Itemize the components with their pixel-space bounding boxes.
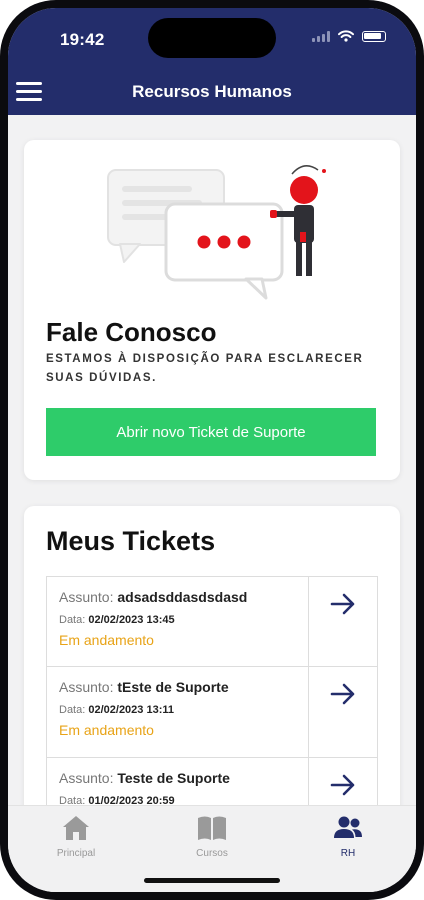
- subject-label: Assunto:: [59, 770, 114, 786]
- book-icon: [198, 816, 226, 840]
- ticket-subject: Assunto: adsadsddasdsdasd: [59, 589, 296, 605]
- ticket-date: Data: 02/02/2023 13:11: [59, 704, 296, 716]
- ticket-subject: Assunto: Teste de Suporte: [59, 770, 296, 786]
- date-label: Data:: [59, 614, 86, 626]
- tab-label: RH: [340, 848, 356, 859]
- status-icons: [312, 30, 386, 42]
- tickets-title: Meus Tickets: [46, 526, 216, 556]
- date-label: Data:: [59, 704, 86, 716]
- date-value: 02/02/2023 13:45: [88, 614, 175, 626]
- arrow-right-icon: [330, 593, 355, 615]
- ticket-open-button[interactable]: [309, 577, 377, 666]
- arrow-right-icon: [330, 683, 355, 705]
- ticket-subject: Assunto: tEste de Suporte: [59, 679, 296, 695]
- tab-principal[interactable]: Principal: [8, 806, 144, 892]
- ticket-row[interactable]: Assunto: adsadsddasdsdasd Data: 02/02/20…: [46, 576, 378, 667]
- app-header: 19:42 Recursos Humanos: [8, 8, 416, 115]
- subject-value: tEste de Suporte: [117, 679, 229, 695]
- ticket-date: Data: 02/02/2023 13:45: [59, 614, 296, 626]
- contact-card: Fale Conosco ESTAMOS À DISPOSIÇÃO PARA E…: [24, 140, 400, 480]
- users-icon: [334, 816, 362, 838]
- arrow-right-icon: [330, 774, 355, 796]
- home-icon: [63, 816, 89, 840]
- subject-label: Assunto:: [59, 589, 114, 605]
- ticket-status: Em andamento: [59, 722, 154, 738]
- page-title: Recursos Humanos: [132, 82, 292, 101]
- status-time: 19:42: [60, 30, 105, 49]
- tickets-card: Meus Tickets Assunto: adsadsddasdsdasd D…: [24, 506, 400, 826]
- subject-value: Teste de Suporte: [117, 770, 230, 786]
- contact-subtitle: ESTAMOS À DISPOSIÇÃO PARA ESCLARECER SUA…: [46, 353, 364, 384]
- battery-icon: [362, 30, 386, 42]
- open-ticket-button[interactable]: Abrir novo Ticket de Suporte: [46, 408, 376, 456]
- screen: 19:42 Recursos Humanos Fale Conosco ESTA…: [8, 8, 416, 892]
- phone-frame: 19:42 Recursos Humanos Fale Conosco ESTA…: [0, 0, 424, 900]
- subject-label: Assunto:: [59, 679, 114, 695]
- subject-value: adsadsddasdsdasd: [117, 589, 248, 605]
- ticket-list: Assunto: adsadsddasdsdasd Data: 02/02/20…: [46, 576, 378, 826]
- dynamic-island: [148, 18, 276, 58]
- tab-rh[interactable]: RH: [280, 806, 416, 892]
- ticket-info: Assunto: adsadsddasdsdasd Data: 02/02/20…: [47, 577, 309, 666]
- ticket-info: Assunto: tEste de Suporte Data: 02/02/20…: [47, 667, 309, 757]
- ticket-open-button[interactable]: [309, 667, 377, 757]
- ticket-status: Em andamento: [59, 632, 154, 648]
- contact-title: Fale Conosco: [46, 317, 217, 347]
- wifi-icon: [338, 30, 354, 42]
- tab-label: Cursos: [196, 848, 228, 859]
- support-chat-illustration: [96, 158, 336, 308]
- signal-icon: [312, 30, 330, 42]
- date-value: 02/02/2023 13:11: [88, 704, 174, 716]
- home-indicator: [144, 878, 280, 883]
- ticket-row[interactable]: Assunto: tEste de Suporte Data: 02/02/20…: [46, 667, 378, 758]
- tab-label: Principal: [56, 848, 96, 859]
